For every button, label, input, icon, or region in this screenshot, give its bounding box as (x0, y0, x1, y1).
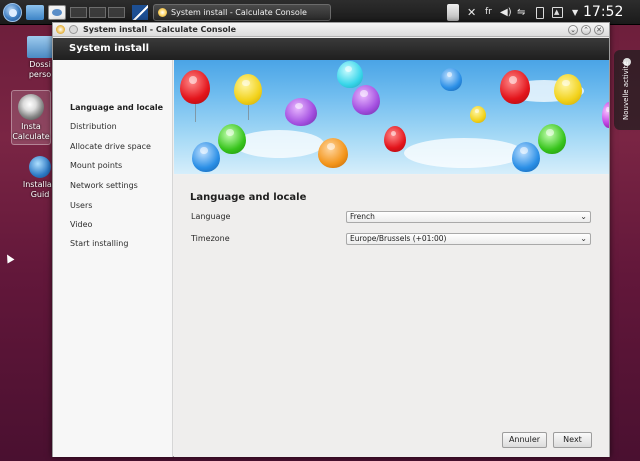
window-titlebar[interactable]: System install - Calculate Console ⌄ ⌃ ✕ (53, 23, 609, 37)
timezone-label: Timezone (191, 234, 230, 243)
x-icon[interactable]: ✕ (467, 4, 476, 21)
usb-drive-icon[interactable] (447, 4, 459, 21)
balloon-yellow (234, 74, 262, 105)
balloon-red (384, 126, 406, 152)
taskbar-window-label: System install - Calculate Console (171, 8, 307, 17)
balloon-cyan (337, 61, 363, 88)
sidebar-item-distribution[interactable]: Distribution (70, 121, 117, 133)
main-content: Language and locale Language French ⌄ Ti… (174, 175, 609, 457)
application-launcher-icon[interactable] (3, 3, 22, 22)
desktop-icon-label: Calculate (12, 132, 50, 141)
tray-expand-icon[interactable]: ▼ (572, 4, 578, 21)
maximize-button[interactable]: ⌃ (581, 25, 591, 35)
new-activity-label: Nouvelle activité (622, 61, 630, 120)
clock[interactable]: 17:52 (583, 4, 623, 21)
new-activity-widget[interactable]: Nouvelle activité (614, 50, 640, 130)
desktop-icon-installer[interactable]: Insta Calculate (11, 90, 51, 145)
battery-icon[interactable] (536, 7, 544, 19)
updates-icon[interactable] (552, 4, 563, 21)
language-label: Language (191, 212, 231, 221)
folder-icon (27, 36, 53, 58)
language-select-value: French (350, 212, 375, 221)
virtual-desktop-1[interactable] (70, 7, 87, 18)
next-button[interactable]: Next (553, 432, 592, 448)
installer-window: System install - Calculate Console ⌄ ⌃ ✕… (52, 22, 610, 457)
close-button[interactable]: ✕ (594, 25, 604, 35)
window-title: System install - Calculate Console (83, 25, 237, 34)
virtual-desktop-3[interactable] (108, 7, 125, 18)
minimize-button[interactable]: ⌄ (568, 25, 578, 35)
cd-install-icon (18, 94, 44, 120)
calculate-app-icon (158, 8, 167, 17)
folder-icon[interactable] (26, 5, 44, 20)
balloon-blue (512, 142, 540, 172)
cancel-button[interactable]: Annuler (502, 432, 547, 448)
balloon-green (538, 124, 566, 154)
keyboard-layout-indicator[interactable]: fr (485, 4, 492, 21)
section-title: Language and locale (190, 192, 307, 203)
mouse-cursor-icon (3, 252, 15, 264)
timezone-select[interactable]: Europe/Brussels (+01:00) ⌄ (346, 233, 591, 245)
sidebar-item-users[interactable]: Users (70, 200, 92, 212)
chevron-down-icon: ⌄ (580, 234, 587, 243)
page-title: System install (69, 43, 150, 54)
network-icon[interactable]: ⇋ (517, 4, 525, 21)
timezone-select-value: Europe/Brussels (+01:00) (350, 234, 447, 243)
calculate-app-icon[interactable] (56, 25, 65, 34)
browser-icon[interactable] (48, 5, 66, 20)
sidebar-item-mount-points[interactable]: Mount points (70, 160, 122, 172)
desktop-icon-label: Insta (21, 122, 41, 131)
balloons-banner (174, 60, 609, 174)
balloon-yellow (554, 74, 582, 105)
sidebar-item-video[interactable]: Video (70, 219, 92, 231)
balloon-orange (318, 138, 348, 168)
balloon-yellow (470, 106, 486, 123)
window-menu-icon[interactable] (69, 25, 78, 34)
chevron-down-icon: ⌄ (580, 212, 587, 221)
balloon-red (180, 70, 210, 104)
virtual-desktop-2[interactable] (89, 7, 106, 18)
cloud (404, 138, 524, 168)
taskbar-window-button[interactable]: System install - Calculate Console (153, 4, 331, 21)
sidebar-item-network-settings[interactable]: Network settings (70, 180, 138, 192)
balloon-blue (192, 142, 220, 172)
header-bar: System install (53, 38, 609, 60)
sidebar-item-language-and-locale[interactable]: Language and locale (70, 102, 163, 114)
balloon-green (218, 124, 246, 154)
balloon-magenta (602, 102, 609, 128)
volume-icon[interactable]: ◀) (500, 4, 512, 21)
balloon-red (500, 70, 530, 104)
language-select[interactable]: French ⌄ (346, 211, 591, 223)
sidebar-item-start-installing[interactable]: Start installing (70, 238, 128, 250)
cloud (234, 130, 324, 158)
balloon-purple (285, 98, 317, 126)
sidebar: Language and locale Distribution Allocat… (53, 60, 173, 457)
calculate-flag-icon[interactable] (132, 5, 148, 20)
balloon-purple (352, 85, 380, 115)
sidebar-item-allocate-drive-space[interactable]: Allocate drive space (70, 141, 151, 153)
globe-icon (29, 156, 51, 178)
balloon-blue (440, 68, 462, 91)
